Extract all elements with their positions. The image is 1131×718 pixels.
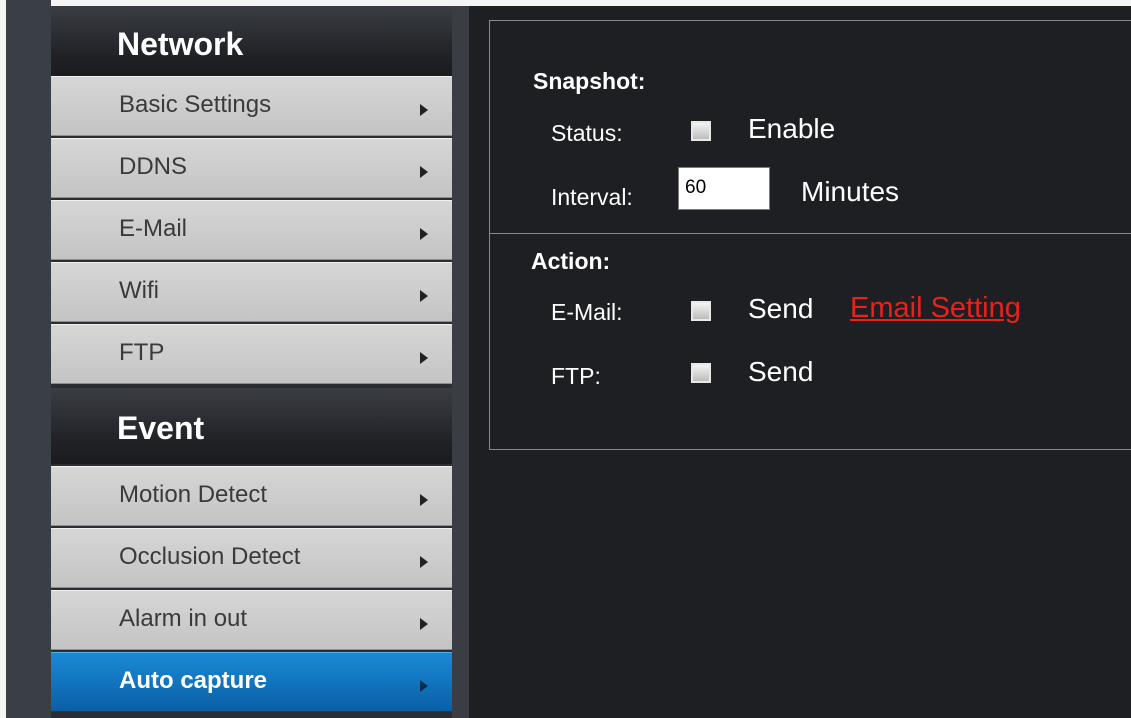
chevron-right-icon	[420, 166, 428, 178]
sidebar-item-label: Auto capture	[119, 667, 268, 694]
sidebar: Network Basic Settings DDNS E-Mail Wifi …	[51, 6, 452, 718]
sidebar-item-wifi[interactable]: Wifi	[51, 262, 452, 322]
section-divider	[489, 233, 1131, 234]
sidebar-item-label: FTP	[119, 339, 165, 366]
chevron-right-icon	[420, 618, 428, 630]
network-header: Network	[51, 6, 452, 76]
sidebar-item-label: Alarm in out	[119, 605, 248, 632]
chevron-right-icon	[420, 494, 428, 506]
sidebar-item-alarm-in-out[interactable]: Alarm in out	[51, 590, 452, 650]
sidebar-item-basic-settings[interactable]: Basic Settings	[51, 76, 452, 136]
email-send-checkbox[interactable]	[691, 301, 711, 321]
left-gutter	[6, 0, 51, 718]
email-send-label: Send	[748, 293, 814, 324]
interval-input[interactable]: 60	[678, 167, 770, 210]
chevron-right-icon	[420, 352, 428, 364]
action-title: Action:	[531, 248, 611, 274]
sidebar-item-label: Occlusion Detect	[119, 543, 301, 570]
sidebar-item-ddns[interactable]: DDNS	[51, 138, 452, 198]
sidebar-item-ftp[interactable]: FTP	[51, 324, 452, 384]
ftp-action-label: FTP:	[551, 363, 601, 389]
status-enable-checkbox[interactable]	[691, 121, 711, 141]
main-content: Snapshot: Status: Enable Interval: 60 Mi…	[469, 6, 1131, 718]
sidebar-item-label: Basic Settings	[119, 91, 272, 118]
chevron-right-icon	[420, 290, 428, 302]
status-label: Status:	[551, 120, 623, 146]
ftp-send-checkbox[interactable]	[691, 363, 711, 383]
snapshot-title: Snapshot:	[533, 68, 646, 94]
sidebar-item-auto-capture[interactable]: Auto capture	[51, 652, 452, 712]
chevron-right-icon	[420, 556, 428, 568]
email-action-label: E-Mail:	[551, 299, 623, 325]
interval-unit: Minutes	[801, 176, 900, 207]
chevron-right-icon	[420, 680, 428, 692]
sidebar-divider	[452, 6, 469, 718]
sidebar-item-email[interactable]: E-Mail	[51, 200, 452, 260]
email-setting-link[interactable]: Email Setting	[850, 292, 1021, 325]
sidebar-item-label: Wifi	[119, 277, 159, 304]
ftp-send-label: Send	[748, 356, 814, 387]
interval-label: Interval:	[551, 184, 633, 210]
sidebar-item-label: Motion Detect	[119, 481, 268, 508]
chevron-right-icon	[420, 228, 428, 240]
event-header: Event	[51, 388, 452, 464]
chevron-right-icon	[420, 104, 428, 116]
sidebar-item-motion-detect[interactable]: Motion Detect	[51, 466, 452, 526]
sidebar-item-occlusion-detect[interactable]: Occlusion Detect	[51, 528, 452, 588]
status-enable-label: Enable	[748, 113, 836, 144]
sidebar-item-label: DDNS	[119, 153, 188, 180]
sidebar-item-label: E-Mail	[119, 215, 188, 242]
